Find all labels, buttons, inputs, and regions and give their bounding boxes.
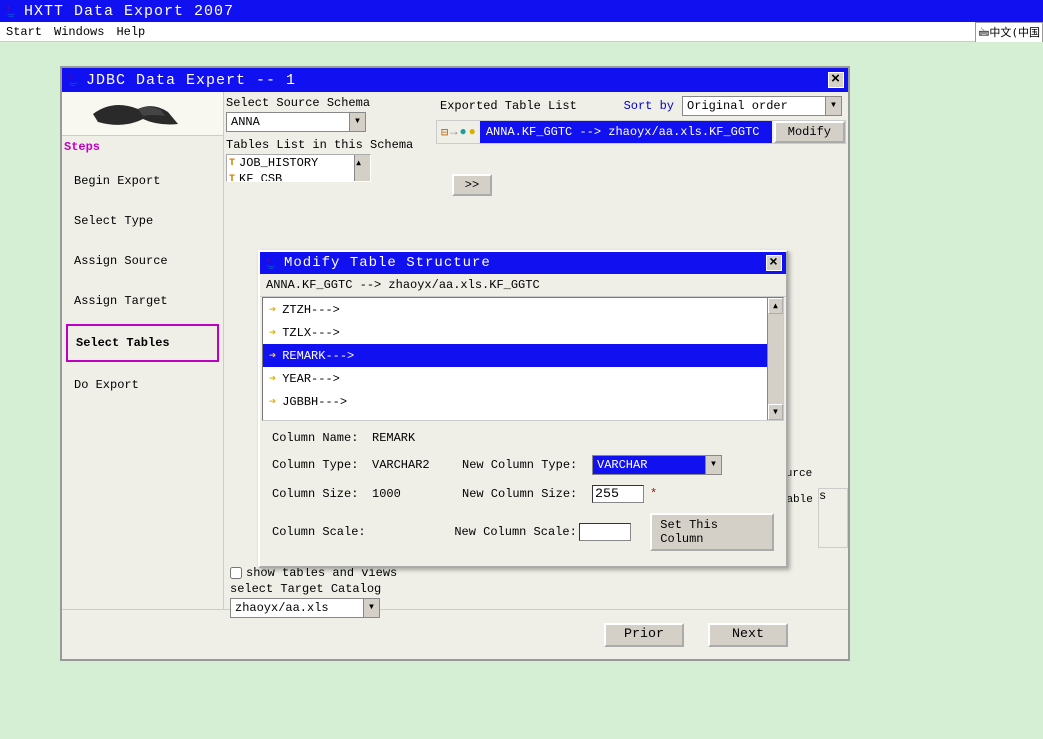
table-icon: T — [229, 174, 235, 183]
sort-select[interactable]: Original order ▾ — [682, 96, 842, 116]
java-icon — [4, 4, 18, 18]
schema-label: Select Source Schema — [226, 96, 432, 110]
column-row[interactable]: ➔ZTZH---> — [263, 298, 783, 321]
column-form: Column Name: REMARK Column Type: VARCHAR… — [260, 421, 786, 571]
arrow-right-icon: ➔ — [269, 325, 276, 340]
menu-help[interactable]: Help — [116, 25, 145, 39]
exported-row[interactable]: ⊟ → ● ● ANNA.KF_GGTC --> zhaoyx/aa.xls.K… — [436, 120, 846, 144]
col-type-value: VARCHAR2 — [372, 458, 462, 472]
steps-panel: Steps Begin Export Select Type Assign Sour… — [62, 92, 224, 609]
step-item[interactable]: Do Export — [66, 368, 219, 402]
column-list[interactable]: ➔ZTZH--->➔TZLX--->➔REMARK--->➔YEAR--->➔J… — [262, 297, 784, 421]
scrollbar[interactable]: ▴ — [354, 155, 370, 181]
col-name-label: Column Name: — [272, 431, 372, 445]
modify-table-modal: Modify Table Structure × ANNA.KF_GGTC --… — [258, 250, 788, 568]
col-name-value: REMARK — [372, 431, 462, 445]
tables-label: Tables List in this Schema — [226, 138, 432, 152]
steps-header: Steps — [62, 136, 223, 158]
new-type-select[interactable]: VARCHAR ▾ — [592, 455, 722, 475]
chevron-down-icon[interactable]: ▾ — [705, 456, 721, 474]
transfer-button[interactable]: >> — [452, 174, 492, 196]
menubar: Start Windows Help — [0, 22, 1043, 42]
catalog-select[interactable]: zhaoyx/aa.xls ▾ — [230, 598, 380, 618]
menu-start[interactable]: Start — [6, 25, 42, 39]
col-size-label: Column Size: — [272, 487, 372, 501]
col-type-label: Column Type: — [272, 458, 372, 472]
workspace: JDBC Data Expert -- 1 × Steps Begin Expo… — [0, 42, 1043, 739]
next-button[interactable]: Next — [708, 623, 788, 647]
modal-title: Modify Table Structure — [284, 255, 491, 271]
modal-titlebar: Modify Table Structure × — [260, 252, 786, 274]
catalog-label: select Target Catalog — [230, 582, 444, 596]
exported-header: Exported Table List — [440, 99, 577, 113]
step-item[interactable]: Assign Target — [66, 284, 219, 318]
scroll-up-icon[interactable]: ▴ — [768, 298, 783, 314]
new-scale-label: New Column Scale: — [454, 525, 579, 539]
menu-windows[interactable]: Windows — [54, 25, 104, 39]
arrow-right-icon: ➔ — [269, 348, 276, 363]
column-row[interactable]: ➔REMARK---> — [263, 344, 783, 367]
expert-titlebar: JDBC Data Expert -- 1 × — [62, 68, 848, 92]
app-title: HXTT Data Export 2007 — [24, 3, 234, 20]
column-row[interactable]: ➔JGBBH---> — [263, 390, 783, 413]
java-icon — [66, 73, 80, 87]
new-size-label: New Column Size: — [462, 487, 592, 501]
schema-select[interactable]: ANNA ▾ — [226, 112, 366, 132]
step-item[interactable]: Select Tables — [66, 324, 219, 362]
side-slot: s — [818, 488, 848, 548]
arrow-right-icon: ➔ — [269, 302, 276, 317]
scroll-down-icon[interactable]: ▾ — [768, 404, 783, 420]
dot-icon: ● — [469, 125, 476, 139]
chevron-down-icon[interactable]: ▾ — [363, 599, 379, 617]
chevron-down-icon[interactable]: ▾ — [825, 97, 841, 115]
column-row[interactable]: ➔TZLX---> — [263, 321, 783, 344]
col-size-value: 1000 — [372, 487, 462, 501]
nav-bar: Prior Next — [62, 609, 848, 659]
app-titlebar: HXTT Data Export 2007 — [0, 0, 1043, 22]
show-tables-checkbox[interactable] — [230, 567, 242, 579]
step-item[interactable]: Assign Source — [66, 244, 219, 278]
eagle-logo — [62, 92, 223, 136]
modal-path: ANNA.KF_GGTC --> zhaoyx/aa.xls.KF_GGTC — [260, 274, 786, 297]
arrow-right-icon: ➔ — [269, 394, 276, 409]
expert-title: JDBC Data Expert -- 1 — [86, 72, 296, 89]
close-icon[interactable]: × — [766, 255, 782, 271]
step-item[interactable]: Begin Export — [66, 164, 219, 198]
modify-button[interactable]: Modify — [774, 121, 845, 143]
sort-by-label: Sort by — [624, 99, 674, 113]
dot-icon: ● — [459, 125, 466, 139]
exported-row-text: ANNA.KF_GGTC --> zhaoyx/aa.xls.KF_GGTC — [480, 121, 772, 143]
collapse-icon[interactable]: ⊟ — [441, 125, 448, 140]
col-scale-label: Column Scale: — [272, 525, 368, 539]
step-item[interactable]: Select Type — [66, 204, 219, 238]
set-column-button[interactable]: Set This Column — [650, 513, 774, 551]
new-scale-input[interactable] — [579, 523, 631, 541]
chevron-down-icon[interactable]: ▾ — [349, 113, 365, 131]
new-size-input[interactable] — [592, 485, 644, 503]
table-icon: T — [229, 158, 235, 169]
arrow-icon: → — [450, 125, 457, 139]
prior-button[interactable]: Prior — [604, 623, 684, 647]
required-asterisk: * — [650, 487, 657, 501]
scrollbar[interactable]: ▴ ▾ — [767, 298, 783, 420]
close-icon[interactable]: × — [828, 72, 844, 88]
column-row[interactable]: ➔YEAR---> — [263, 367, 783, 390]
new-type-label: New Column Type: — [462, 458, 592, 472]
arrow-right-icon: ➔ — [269, 371, 276, 386]
java-icon — [264, 256, 278, 270]
tables-listbox[interactable]: TJOB_HISTORY TKF_CSB ▴ — [226, 154, 371, 182]
